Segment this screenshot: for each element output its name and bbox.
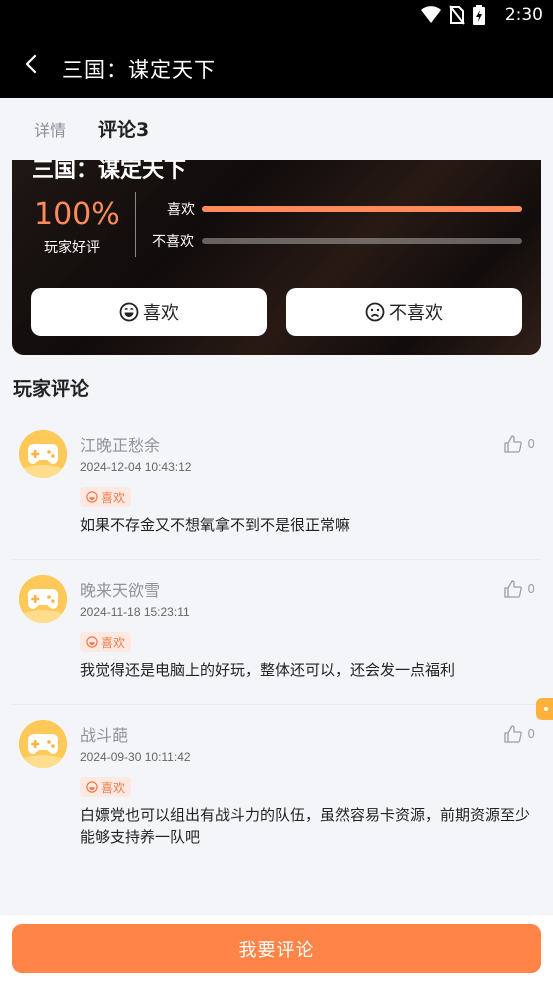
- like-count: 0: [527, 437, 535, 451]
- approval-label: 玩家好评: [44, 240, 100, 256]
- sad-face-icon: [365, 302, 385, 322]
- comment-item: 江晚正愁余 2024-12-04 10:43:12 喜欢 如果不存金又不想氧拿不…: [12, 422, 541, 562]
- comment-like-button[interactable]: 0: [503, 724, 535, 744]
- comment-time: 2024-11-18 15:23:11: [80, 605, 190, 619]
- wifi-icon: [421, 6, 441, 23]
- avatar[interactable]: [19, 575, 67, 623]
- battery-charging-icon: [473, 5, 485, 25]
- smile-badge-icon: [86, 636, 98, 648]
- dislike-bar: [202, 238, 522, 244]
- approval-percent: 100%: [34, 197, 120, 232]
- footer-bar: 我要评论: [0, 915, 553, 983]
- thumbs-up-icon: [504, 435, 523, 453]
- no-sim-icon: [449, 5, 465, 25]
- write-comment-button[interactable]: 我要评论: [12, 924, 541, 973]
- badge-label: 喜欢: [101, 490, 126, 505]
- smile-badge-icon: [86, 781, 98, 793]
- page-title: 三国：谋定天下: [62, 58, 216, 82]
- like-badge: 喜欢: [80, 632, 132, 652]
- dislike-button-label: 不喜欢: [389, 303, 443, 324]
- like-count: 0: [527, 727, 535, 741]
- badge-label: 喜欢: [101, 635, 126, 650]
- thumbs-up-icon: [504, 580, 523, 598]
- comment-like-button[interactable]: 0: [503, 579, 535, 599]
- like-bar: [202, 206, 522, 212]
- like-badge: 喜欢: [80, 487, 132, 507]
- app-bar: 三国：谋定天下: [0, 32, 553, 98]
- comment-text: 如果不存金又不想氧拿不到不是很正常嘛: [80, 516, 351, 534]
- section-title: 玩家评论: [13, 378, 90, 400]
- dislike-button[interactable]: 不喜欢: [286, 288, 522, 336]
- gamepad-avatar-icon: [19, 575, 67, 623]
- hero-game-title: 三国：谋定天下: [32, 160, 187, 183]
- dislike-bar-label: 不喜欢: [152, 234, 194, 250]
- status-bar: 2:30: [0, 0, 553, 32]
- tab-bar: 详情 评论3: [0, 98, 553, 158]
- gamepad-avatar-icon: [19, 720, 67, 768]
- like-bar-fill: [202, 206, 522, 212]
- badge-label: 喜欢: [101, 780, 126, 795]
- gamepad-avatar-icon: [19, 430, 67, 478]
- status-time: 2:30: [504, 5, 543, 25]
- comment-time: 2024-12-04 10:43:12: [80, 460, 192, 474]
- tab-details[interactable]: 详情: [34, 117, 66, 141]
- like-button-label: 喜欢: [143, 303, 179, 324]
- comment-item: 晚来天欲雪 2024-11-18 15:23:11 喜欢 我觉得还是电脑上的好玩…: [12, 567, 541, 707]
- divider: [12, 704, 541, 705]
- comment-text: 我觉得还是电脑上的好玩，整体还可以，还会发一点福利: [80, 661, 456, 679]
- comment-item: 战斗葩 2024-09-30 10:11:42 喜欢 白嫖党也可以组出有战斗力的…: [12, 712, 541, 872]
- like-badge: 喜欢: [80, 777, 132, 797]
- comment-text: 白嫖党也可以组出有战斗力的队伍，虽然容易卡资源，前期资源至少能够支持养一队吧: [80, 806, 531, 846]
- back-arrow-icon[interactable]: [20, 52, 44, 76]
- divider: [12, 559, 541, 560]
- comment-time: 2024-09-30 10:11:42: [80, 750, 191, 764]
- smile-face-icon: [119, 302, 139, 322]
- like-button[interactable]: 喜欢: [31, 288, 267, 336]
- avatar[interactable]: [19, 430, 67, 478]
- rating-card: 三国：谋定天下 100% 玩家好评 喜欢 不喜欢 喜欢 不喜欢: [12, 160, 541, 355]
- smile-badge-icon: [86, 491, 98, 503]
- comment-author[interactable]: 战斗葩: [80, 722, 128, 746]
- like-count: 0: [527, 582, 535, 596]
- floating-side-tab[interactable]: [536, 698, 553, 720]
- comment-author[interactable]: 江晚正愁余: [80, 432, 160, 456]
- thumbs-up-icon: [504, 725, 523, 743]
- status-icons: [421, 5, 485, 25]
- comment-like-button[interactable]: 0: [503, 434, 535, 454]
- comment-author[interactable]: 晚来天欲雪: [80, 577, 160, 601]
- like-bar-label: 喜欢: [167, 202, 195, 218]
- tab-comments[interactable]: 评论3: [98, 115, 149, 142]
- avatar[interactable]: [19, 720, 67, 768]
- rating-divider: [135, 192, 136, 257]
